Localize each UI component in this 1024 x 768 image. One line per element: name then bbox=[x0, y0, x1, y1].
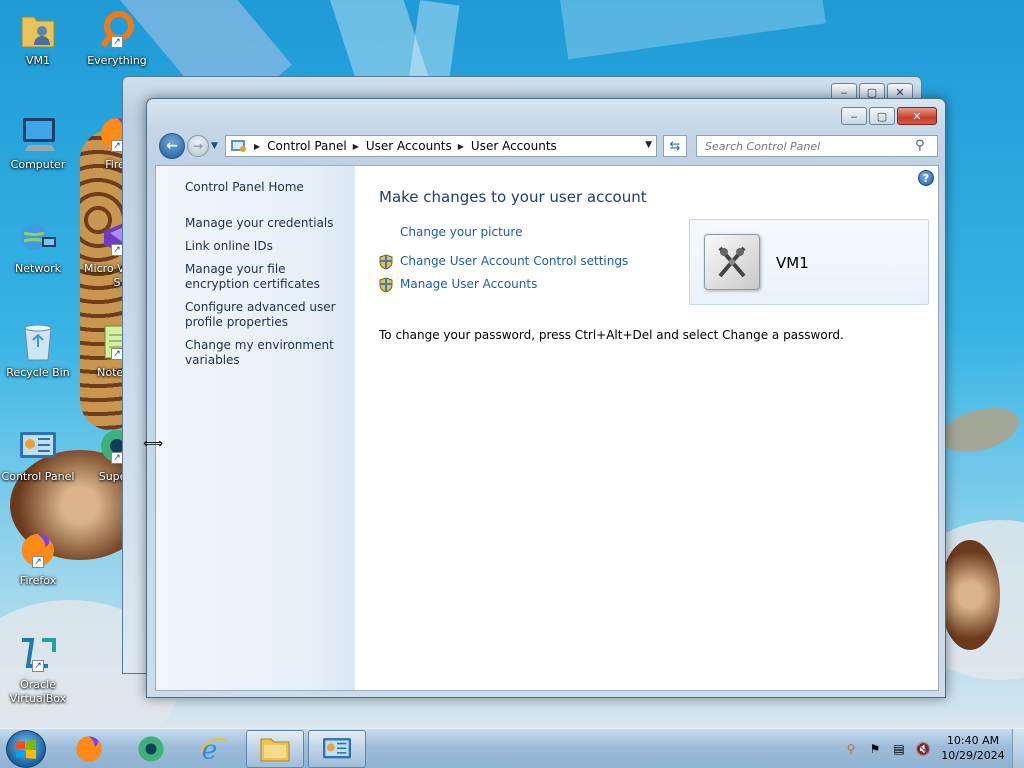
volume-muted-icon[interactable]: 🔇 bbox=[914, 741, 932, 757]
breadcrumb-control-panel[interactable]: Control Panel bbox=[267, 139, 347, 153]
desktop-icon-recycle-bin[interactable]: Recycle Bin bbox=[0, 320, 76, 380]
desktop-icon-label: Computer bbox=[10, 158, 66, 171]
help-icon[interactable]: ? bbox=[918, 170, 934, 186]
desktop-icon-label: Control Panel bbox=[1, 470, 75, 483]
page-title: Make changes to your user account bbox=[379, 188, 647, 206]
recycle-bin-icon bbox=[16, 320, 60, 364]
sidebar-link-environment-variables[interactable]: Change my environment variables bbox=[185, 338, 350, 368]
control-panel-breadcrumb-icon bbox=[230, 138, 248, 154]
window-controls: ‒ ▢ ✕ bbox=[841, 107, 937, 125]
account-card: VM1 bbox=[689, 219, 929, 305]
breadcrumb-separator-icon[interactable]: ▶ bbox=[458, 142, 464, 151]
task-change-picture[interactable]: Change your picture bbox=[400, 225, 522, 239]
wallpaper-cloud bbox=[936, 400, 1024, 460]
content-area: Control Panel Home Manage your credentia… bbox=[155, 165, 939, 691]
desktop-icon-firefox[interactable]: ↗ Firefox bbox=[0, 528, 76, 588]
maximize-button[interactable]: ▢ bbox=[869, 107, 895, 125]
password-instructions: To change your password, press Ctrl+Alt+… bbox=[379, 328, 844, 342]
desktop-icon-virtualbox[interactable]: ↗ Oracle VirtualBox bbox=[0, 632, 76, 706]
sidebar-link-control-panel-home[interactable]: Control Panel Home bbox=[185, 180, 350, 195]
breadcrumb-separator-icon[interactable]: ▶ bbox=[353, 142, 359, 151]
wallpaper-turtle-shell bbox=[940, 540, 1000, 650]
desktop-icon-label: Network bbox=[15, 262, 61, 275]
desktop-icon-label: VM1 bbox=[25, 54, 50, 67]
everything-tray-icon[interactable]: ⚲ bbox=[842, 741, 860, 757]
virtualbox-icon: ↗ bbox=[16, 632, 60, 676]
desktop-icon-vm1[interactable]: VM1 bbox=[0, 8, 76, 68]
forward-button[interactable]: → bbox=[187, 135, 209, 157]
breadcrumb-user-accounts[interactable]: User Accounts bbox=[366, 139, 452, 153]
task-sidebar: Control Panel Home Manage your credentia… bbox=[156, 166, 355, 690]
network-tray-icon[interactable]: ▤ bbox=[890, 741, 908, 757]
control-panel-icon bbox=[16, 424, 60, 468]
start-button[interactable] bbox=[6, 730, 46, 768]
desktop-icon-computer[interactable]: Computer bbox=[0, 112, 76, 172]
action-center-flag-icon[interactable]: ⚑ bbox=[866, 741, 884, 757]
refresh-icon: ⇆ bbox=[669, 138, 681, 154]
desktop-icon-label: Everything bbox=[87, 54, 147, 67]
desktop-icon-control-panel[interactable]: Control Panel bbox=[0, 424, 76, 484]
refresh-button[interactable]: ⇆ bbox=[663, 135, 687, 157]
uac-shield-icon bbox=[378, 277, 394, 293]
taskbar: e ⚲ ⚑ ▤ 🔇 10:40 AM 10/29/2024 bbox=[0, 728, 1024, 768]
minimize-button[interactable]: ‒ bbox=[841, 107, 867, 125]
desktop-icon-network[interactable]: Network bbox=[0, 216, 76, 276]
taskbar-control-panel[interactable] bbox=[308, 730, 366, 768]
address-history-dropdown-icon[interactable]: ▼ bbox=[645, 140, 652, 150]
taskbar-supermium[interactable] bbox=[122, 730, 180, 768]
resize-cursor-icon: ⟺ bbox=[143, 436, 164, 452]
sidebar-link-profile-properties[interactable]: Configure advanced user profile properti… bbox=[185, 300, 350, 330]
wallpaper-ray bbox=[560, 0, 826, 60]
show-desktop-button[interactable] bbox=[1012, 729, 1024, 768]
sidebar-link-file-encryption[interactable]: Manage your file encryption certificates bbox=[185, 262, 350, 292]
navigation-bar: ← → ▼ ▶ Control Panel ▶ User Accounts ▶ … bbox=[155, 133, 939, 159]
user-tile-icon bbox=[718, 246, 746, 278]
file-explorer-icon bbox=[260, 738, 290, 762]
taskbar-firefox[interactable] bbox=[60, 730, 118, 768]
control-panel-icon bbox=[323, 738, 351, 759]
user-folder-icon bbox=[16, 8, 60, 52]
control-panel-window[interactable]: ‒ ▢ ✕ ← → ▼ ▶ Control Panel ▶ User Accou… bbox=[146, 98, 946, 698]
sidebar-link-manage-credentials[interactable]: Manage your credentials bbox=[185, 216, 350, 231]
internet-explorer-icon: e bbox=[199, 735, 227, 764]
desktop-icon-everything[interactable]: ↗ Everything bbox=[79, 8, 155, 68]
address-bar[interactable]: ▶ Control Panel ▶ User Accounts ▶ User A… bbox=[225, 135, 657, 157]
main-pane: ? Make changes to your user account Chan… bbox=[355, 166, 938, 690]
clock-date: 10/29/2024 bbox=[941, 749, 1005, 762]
clock-time: 10:40 AM bbox=[946, 734, 1000, 747]
firefox-icon: ↗ bbox=[16, 528, 60, 572]
close-button[interactable]: ✕ bbox=[897, 107, 937, 125]
shortcut-arrow-icon: ↗ bbox=[32, 660, 44, 672]
firefox-icon bbox=[76, 736, 102, 762]
windows-logo-icon bbox=[16, 740, 36, 759]
recent-pages-dropdown-icon[interactable]: ▼ bbox=[211, 141, 218, 151]
desktop-icon-label: Recycle Bin bbox=[6, 366, 70, 379]
desktop-icon-label: Oracle VirtualBox bbox=[9, 678, 67, 705]
breadcrumb-user-accounts-current[interactable]: User Accounts bbox=[471, 139, 557, 153]
network-icon bbox=[16, 216, 60, 260]
sidebar-link-online-ids[interactable]: Link online IDs bbox=[185, 239, 350, 254]
task-manage-user-accounts[interactable]: Manage User Accounts bbox=[400, 277, 537, 291]
everything-search-icon: ↗ bbox=[95, 8, 139, 52]
system-clock[interactable]: 10:40 AM 10/29/2024 bbox=[940, 733, 1006, 763]
task-uac-settings[interactable]: Change User Account Control settings bbox=[400, 254, 628, 268]
back-button[interactable]: ← bbox=[159, 133, 185, 159]
supermium-icon bbox=[138, 736, 164, 762]
taskbar-file-explorer[interactable] bbox=[246, 730, 304, 768]
taskbar-internet-explorer[interactable]: e bbox=[184, 730, 242, 768]
avatar[interactable] bbox=[704, 234, 760, 290]
breadcrumb-separator-icon[interactable]: ▶ bbox=[254, 142, 260, 151]
search-input[interactable] bbox=[696, 135, 938, 157]
shortcut-arrow-icon: ↗ bbox=[111, 36, 123, 48]
computer-icon bbox=[16, 112, 60, 156]
uac-shield-icon bbox=[378, 254, 394, 270]
account-name: VM1 bbox=[776, 254, 809, 272]
search-icon[interactable]: ⚲ bbox=[915, 138, 925, 153]
shortcut-arrow-icon: ↗ bbox=[32, 556, 44, 568]
desktop-icon-label: Firefox bbox=[19, 574, 57, 587]
